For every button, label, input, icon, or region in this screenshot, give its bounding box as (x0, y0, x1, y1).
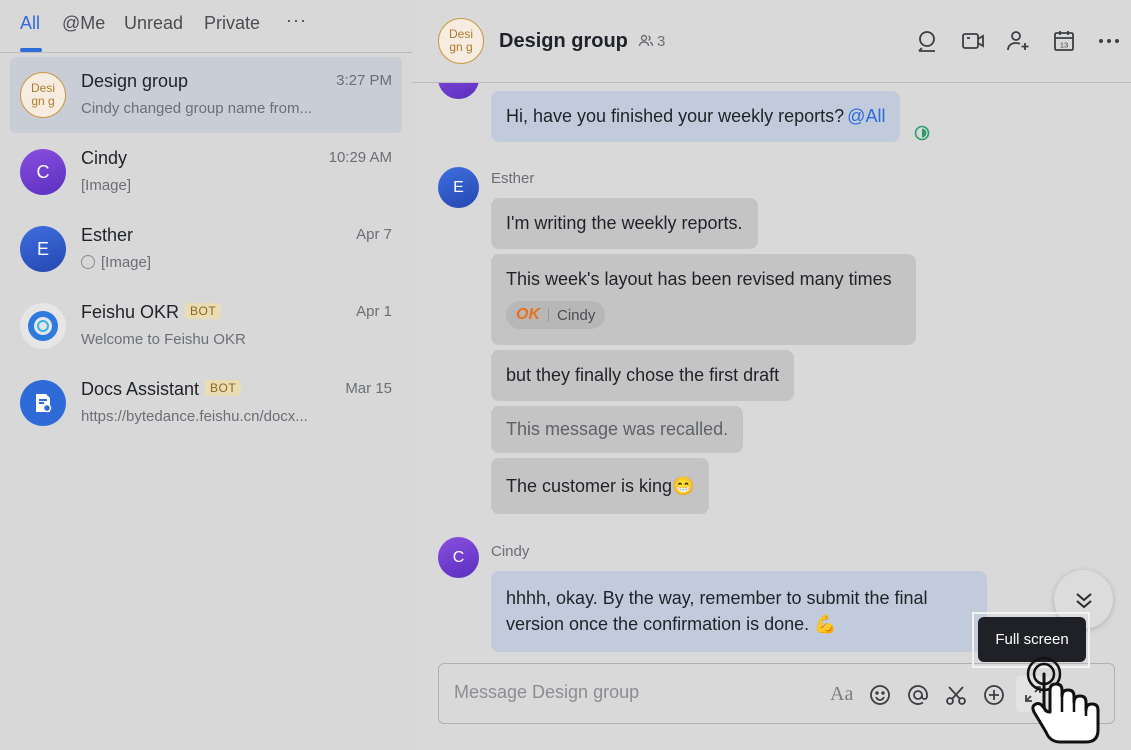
chat-item-cindy[interactable]: C Cindy 10:29 AM [Image] (10, 134, 402, 211)
chat-preview: Cindy changed group name from... (81, 100, 312, 117)
message-text: but they finally chose the first draft (506, 365, 780, 385)
tab-private[interactable]: Private (204, 13, 260, 34)
message-text: The customer is king😁 (506, 475, 695, 496)
member-count-value: 3 (657, 33, 666, 50)
reaction-chip[interactable]: OK Cindy (506, 301, 606, 329)
chat-preview-text: [Image] (101, 254, 152, 271)
chat-name-text: Feishu OKR (81, 302, 180, 322)
conversation-header: Desi gn g Design group 3 13 (412, 0, 1131, 83)
chat-preview: https://bytedance.feishu.cn/docx... (81, 408, 308, 425)
chat-item-feishu-okr[interactable]: Feishu OKR BOT Apr 1 Welcome to Feishu OK… (10, 288, 402, 365)
okr-logo-icon (20, 303, 66, 349)
chat-preview: [Image] (81, 254, 341, 271)
bot-badge: BOT (185, 303, 222, 319)
chat-name-text: Docs Assistant (81, 379, 200, 399)
message-text: Hi, have you finished your weekly report… (506, 106, 845, 126)
chat-list-panel: All @Me Unread Private ··· Desi gn g Des… (0, 0, 412, 750)
message-text: I'm writing the weekly reports. (506, 213, 743, 233)
member-count[interactable]: 3 (638, 33, 665, 50)
chat-name: Docs Assistant BOT (81, 379, 242, 400)
avatar (438, 83, 479, 99)
tab-at-me[interactable]: @Me (62, 13, 105, 34)
message-bubble[interactable]: hhhh, okay. By the way, remember to subm… (491, 571, 987, 652)
avatar[interactable]: C (438, 537, 479, 578)
chat-time: Apr 1 (356, 303, 392, 320)
message-bubble[interactable]: I'm writing the weekly reports. (491, 198, 758, 249)
add-member-icon[interactable] (1005, 28, 1031, 54)
conversation-title[interactable]: Design group (499, 30, 628, 53)
chat-time: 10:29 AM (328, 149, 392, 166)
emoji-icon[interactable] (868, 683, 892, 707)
hand-cursor-icon (1026, 656, 1100, 744)
members-icon (638, 34, 654, 47)
message-bubble[interactable]: but they finally chose the first draft (491, 350, 795, 401)
group-avatar: Desi gn g (20, 72, 66, 118)
message-text-line: hhhh, okay. By the way, remember to subm… (506, 588, 928, 608)
chat-name: Cindy (81, 148, 128, 168)
video-call-icon[interactable] (960, 28, 986, 54)
format-icon[interactable]: Aa (830, 683, 853, 706)
chat-time: 3:27 PM (336, 72, 392, 89)
chat-item-design-group[interactable]: Desi gn g Design group 3:27 PM Cindy cha… (10, 57, 402, 133)
search-icon[interactable] (914, 28, 940, 54)
message-list: Hi, have you finished your weekly report… (412, 83, 1131, 653)
avatar: C (20, 149, 66, 195)
chat-item-esther[interactable]: E Esther Apr 7 [Image] (10, 211, 402, 288)
tab-unread[interactable]: Unread (124, 13, 183, 34)
calendar-day: 13 (1060, 41, 1068, 50)
unread-status-icon (81, 255, 95, 269)
sender-name: Cindy (491, 543, 530, 560)
message-bubble[interactable]: This week's layout has been revised many… (491, 254, 916, 345)
chat-name: Design group (81, 71, 189, 91)
screenshot-icon[interactable] (944, 683, 968, 707)
avatar: E (20, 226, 66, 272)
ok-reaction-icon: OK (516, 306, 540, 323)
tabs-more-button[interactable]: ··· (286, 10, 307, 31)
calendar-icon[interactable]: 13 (1051, 28, 1077, 54)
read-status-icon[interactable] (914, 125, 930, 141)
message-bubble[interactable]: The customer is king😁 (491, 458, 710, 514)
reaction-user: Cindy (557, 306, 596, 324)
message-composer: Aa (438, 663, 1115, 724)
chat-time: Mar 15 (345, 380, 392, 397)
message-bubble[interactable]: Hi, have you finished your weekly report… (491, 91, 901, 142)
chat-name: Feishu OKR BOT (81, 302, 222, 323)
more-icon[interactable] (1096, 28, 1122, 54)
chat-item-docs-assistant[interactable]: Docs Assistant BOT Mar 15 https://bytedan… (10, 365, 402, 442)
tab-all[interactable]: All (20, 13, 40, 34)
sender-name: Esther (491, 170, 535, 187)
message-input[interactable] (454, 682, 814, 703)
group-avatar[interactable]: Desi gn g (438, 18, 484, 64)
mention-icon[interactable] (906, 683, 930, 707)
active-tab-indicator (20, 48, 42, 52)
chat-name: Esther (81, 225, 134, 245)
recalled-message: This message was recalled. (491, 406, 744, 453)
avatar[interactable]: E (438, 167, 479, 208)
chat-list: Desi gn g Design group 3:27 PM Cindy cha… (10, 57, 402, 442)
message-text: This message was recalled. (506, 419, 729, 439)
message-text-line: version once the confirmation is done. 💪 (506, 614, 837, 634)
add-icon[interactable] (982, 683, 1006, 707)
chat-preview: [Image] (81, 177, 132, 194)
chat-time: Apr 7 (356, 226, 392, 243)
chat-preview: Welcome to Feishu OKR (81, 331, 246, 348)
bot-badge: BOT (205, 380, 242, 396)
double-chevron-down-icon (1075, 592, 1092, 608)
docs-assistant-icon (20, 380, 66, 426)
chat-filter-tabs: All @Me Unread Private ··· (0, 0, 412, 53)
message-text: This week's layout has been revised many… (506, 269, 892, 289)
mention-all[interactable]: @All (847, 106, 885, 127)
